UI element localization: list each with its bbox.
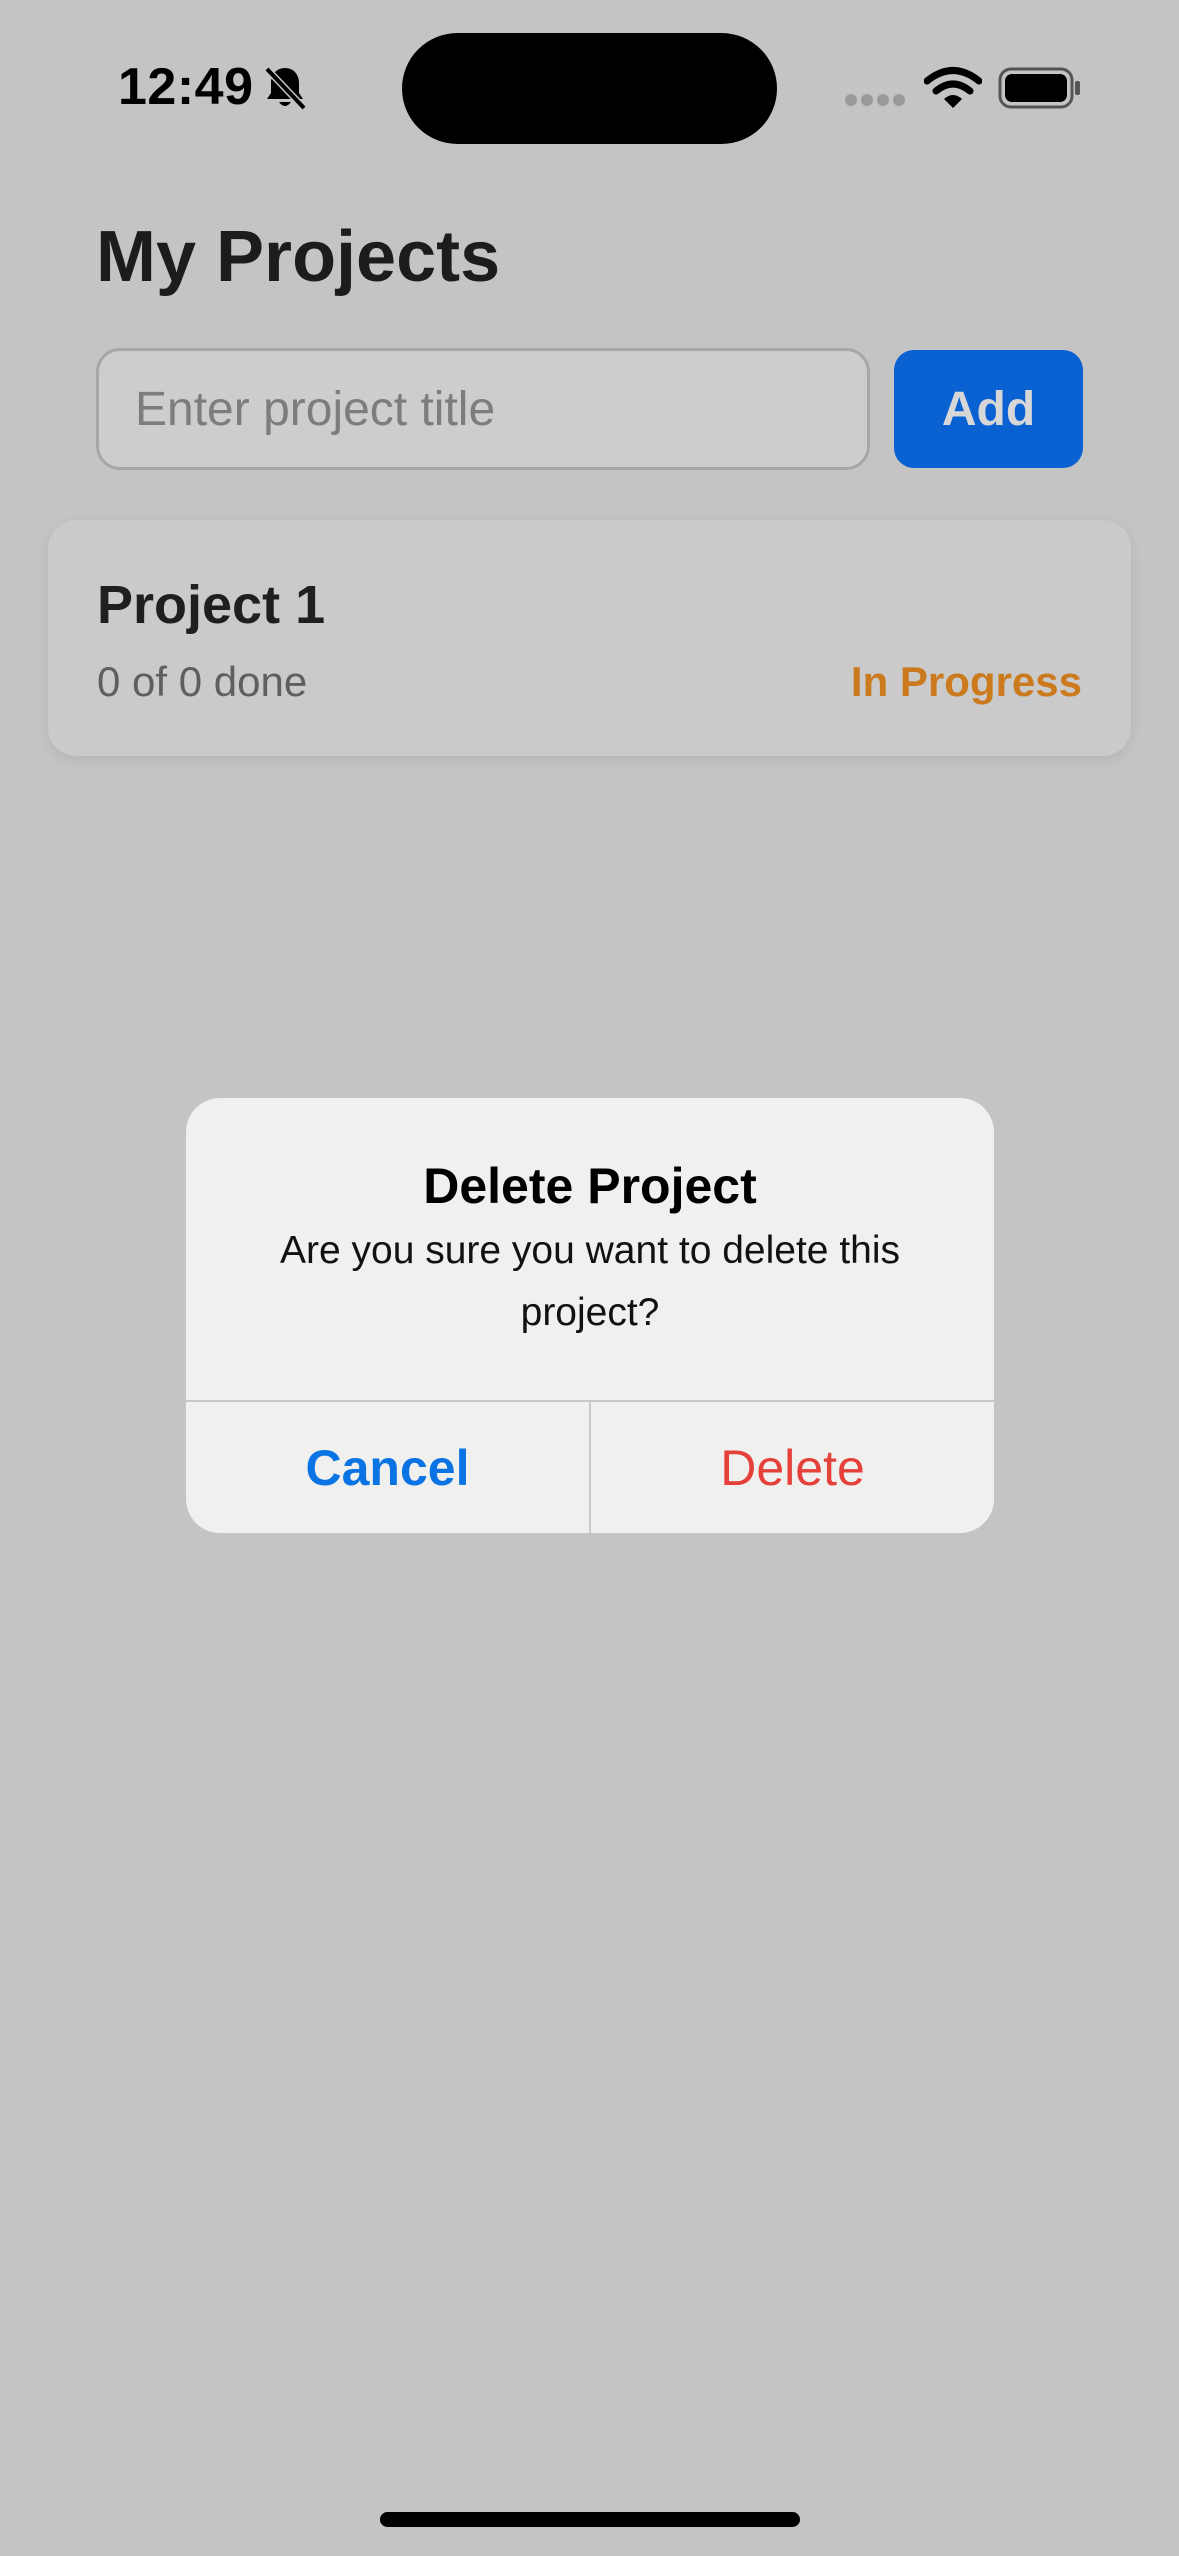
alert-message: Are you sure you want to delete this pro… bbox=[279, 1229, 901, 1334]
page-title: My Projects bbox=[96, 217, 501, 297]
alert-title: Delete Project bbox=[423, 1158, 757, 1214]
home-indicator[interactable] bbox=[380, 2512, 800, 2527]
project-title-input[interactable] bbox=[96, 348, 870, 470]
status-time: 12:49 bbox=[118, 58, 254, 116]
project-progress: 0 of 0 done bbox=[97, 658, 308, 705]
status-bar: 12:49 bbox=[0, 0, 1179, 180]
wifi-icon bbox=[924, 67, 982, 108]
add-project-button[interactable]: Add bbox=[894, 350, 1083, 468]
project-name: Project 1 bbox=[97, 575, 326, 635]
battery-icon bbox=[998, 67, 1080, 109]
dynamic-island bbox=[402, 33, 777, 144]
project-card[interactable]: Project 1 0 of 0 done In Progress bbox=[48, 520, 1131, 756]
delete-button[interactable]: Delete bbox=[591, 1402, 994, 1533]
signal-icon bbox=[845, 94, 905, 106]
project-status-badge: In Progress bbox=[850, 658, 1082, 705]
cancel-button[interactable]: Cancel bbox=[186, 1402, 589, 1533]
delete-confirmation-alert: Delete Project Are you sure you want to … bbox=[186, 1098, 994, 1533]
bell-slash-icon bbox=[264, 66, 307, 111]
